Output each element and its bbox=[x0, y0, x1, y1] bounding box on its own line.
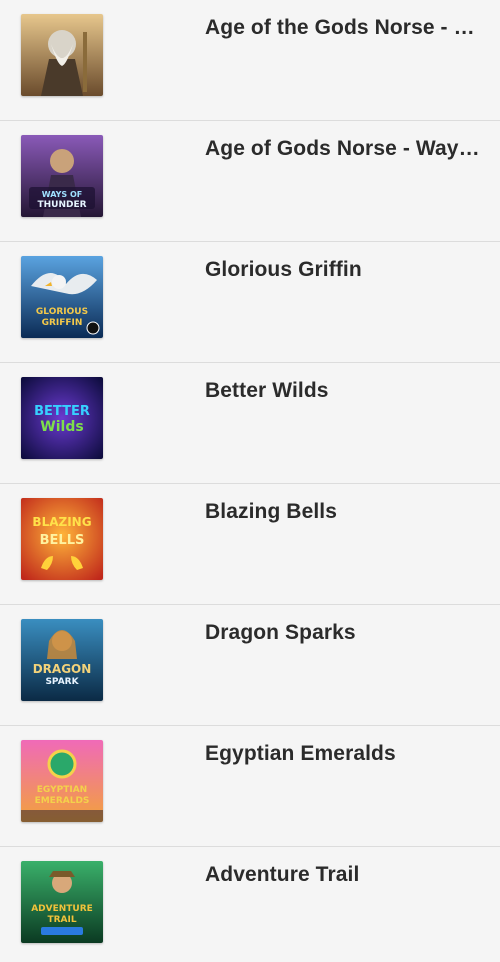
game-list-item[interactable]: ADVENTURE TRAIL Adventure Trail bbox=[0, 847, 500, 962]
svg-text:TRAIL: TRAIL bbox=[47, 915, 76, 925]
svg-text:ADVENTURE: ADVENTURE bbox=[31, 904, 93, 914]
game-title[interactable]: Dragon Sparks bbox=[205, 621, 483, 645]
game-title[interactable]: Better Wilds bbox=[205, 379, 483, 403]
game-list-item[interactable]: EGYPTIAN EMERALDS Egyptian Emeralds bbox=[0, 726, 500, 847]
game-thumbnail[interactable]: EGYPTIAN EMERALDS bbox=[21, 740, 103, 822]
game-thumbnail[interactable]: WAYS OF THUNDER bbox=[21, 135, 103, 217]
game-list-item[interactable]: Age of the Gods Norse - Ki... bbox=[0, 0, 500, 121]
svg-text:BETTER: BETTER bbox=[34, 404, 90, 419]
game-thumbnail[interactable]: DRAGON SPARK bbox=[21, 619, 103, 701]
game-title[interactable]: Adventure Trail bbox=[205, 863, 483, 887]
svg-text:Wilds: Wilds bbox=[40, 419, 83, 435]
svg-text:GRIFFIN: GRIFFIN bbox=[42, 318, 83, 328]
game-list-item[interactable]: DRAGON SPARK Dragon Sparks bbox=[0, 605, 500, 726]
game-list-item[interactable]: BLAZING BELLS Blazing Bells bbox=[0, 484, 500, 605]
svg-text:EMERALDS: EMERALDS bbox=[35, 796, 90, 806]
game-thumbnail[interactable]: BLAZING BELLS bbox=[21, 498, 103, 580]
svg-text:WAYS OF: WAYS OF bbox=[42, 190, 83, 199]
svg-text:GLORIOUS: GLORIOUS bbox=[36, 307, 88, 317]
svg-text:SPARK: SPARK bbox=[45, 677, 79, 687]
game-list-item[interactable]: GLORIOUS GRIFFIN Glorious Griffin bbox=[0, 242, 500, 363]
game-list: Age of the Gods Norse - Ki... WAYS OF TH… bbox=[0, 0, 500, 962]
svg-text:DRAGON: DRAGON bbox=[33, 662, 92, 676]
game-thumbnail[interactable]: GLORIOUS GRIFFIN bbox=[21, 256, 103, 338]
game-thumbnail[interactable] bbox=[21, 14, 103, 96]
svg-text:BLAZING: BLAZING bbox=[32, 515, 91, 529]
game-thumbnail[interactable]: ADVENTURE TRAIL bbox=[21, 861, 103, 943]
game-title[interactable]: Age of Gods Norse - Ways ... bbox=[205, 137, 483, 161]
svg-text:THUNDER: THUNDER bbox=[37, 200, 86, 210]
game-thumbnail[interactable]: BETTER Wilds bbox=[21, 377, 103, 459]
game-title[interactable]: Blazing Bells bbox=[205, 500, 483, 524]
svg-text:BELLS: BELLS bbox=[40, 533, 85, 548]
game-title[interactable]: Egyptian Emeralds bbox=[205, 742, 483, 766]
svg-text:EGYPTIAN: EGYPTIAN bbox=[37, 785, 87, 795]
game-list-item[interactable]: WAYS OF THUNDER Age of Gods Norse - Ways… bbox=[0, 121, 500, 242]
game-title[interactable]: Age of the Gods Norse - Ki... bbox=[205, 16, 483, 40]
game-title[interactable]: Glorious Griffin bbox=[205, 258, 483, 282]
game-list-item[interactable]: BETTER Wilds Better Wilds bbox=[0, 363, 500, 484]
